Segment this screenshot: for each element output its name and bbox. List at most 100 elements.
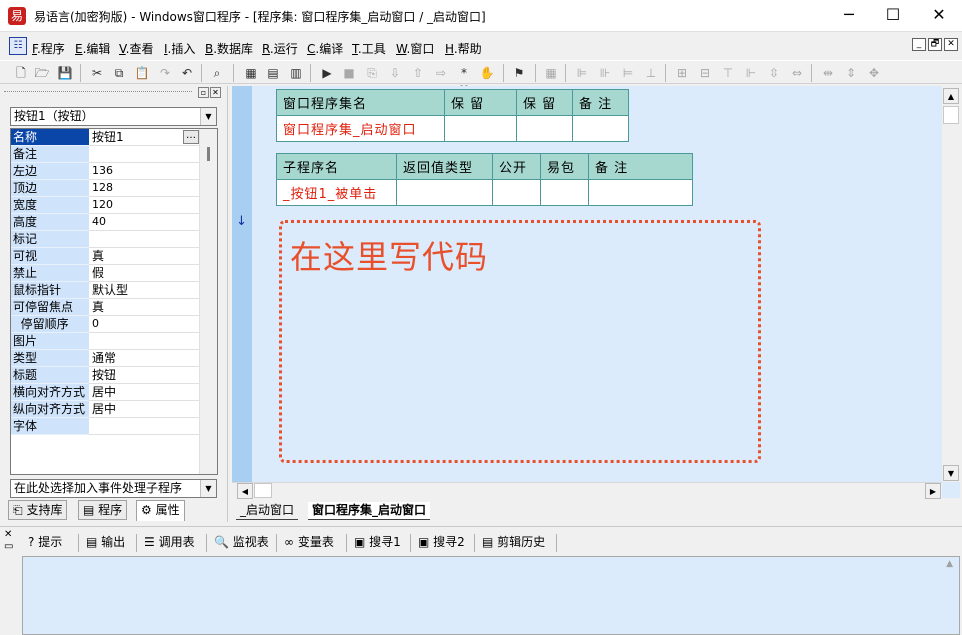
equal-size-icon[interactable]: ✥ [865, 64, 883, 82]
tab-clip-history[interactable]: ▤ 剪辑历史 [482, 534, 545, 552]
tab-search2[interactable]: ▣ 搜寻2 [418, 534, 465, 552]
ellipsis-button[interactable]: … [183, 130, 199, 144]
equal-w-icon[interactable]: ⇹ [819, 64, 837, 82]
step-out-icon[interactable]: ⇧ [409, 64, 427, 82]
step-over-icon[interactable]: ⇨ [432, 64, 450, 82]
tab-output[interactable]: ▤ 输出 [86, 534, 125, 552]
sub-name-cell[interactable]: _按钮1_被单击 [276, 179, 397, 206]
center-h-icon[interactable]: ⊤ [719, 64, 737, 82]
property-value[interactable]: 真 [89, 248, 199, 265]
output-text-area[interactable]: ▲ [22, 556, 960, 635]
menu-edit[interactable]: E.编辑 [75, 40, 110, 57]
menu-insert[interactable]: I.插入 [164, 40, 195, 57]
space-h-icon[interactable]: ⊞ [673, 64, 691, 82]
tab-support-library[interactable]: ⎗ 支持库 [8, 500, 68, 520]
epackage-cell[interactable] [540, 179, 589, 206]
breakpoint-icon[interactable]: *{} [455, 64, 473, 98]
output-close-icon[interactable]: ✕ [4, 530, 12, 540]
tab-program[interactable]: ▤ 程序 [78, 500, 128, 520]
property-row[interactable]: 标记 [11, 231, 199, 248]
align-top-icon[interactable]: ⊥ [642, 64, 660, 82]
property-value[interactable]: 40 [89, 214, 199, 231]
property-row[interactable]: 类型 通常 [11, 350, 199, 367]
property-row[interactable]: 可视真 [11, 248, 199, 265]
mdi-close-button[interactable]: ✕ [944, 38, 958, 51]
remark-cell[interactable] [572, 115, 629, 142]
property-value[interactable]: 0 [89, 316, 199, 333]
property-value[interactable]: 居中 [89, 401, 199, 418]
property-row[interactable]: 可停留焦点真 [11, 299, 199, 316]
property-row[interactable]: 横向对齐方式 居中 [11, 384, 199, 401]
property-scrollbar[interactable] [199, 129, 217, 474]
panel-grip[interactable] [4, 91, 192, 93]
mdi-minimize-button[interactable]: _ [912, 38, 926, 51]
tab-assembly-start-window[interactable]: 窗口程序集_启动窗口 [308, 502, 431, 520]
tab-properties[interactable]: ⚙ 属性 [136, 500, 185, 521]
scroll-up-icon[interactable]: ▲ [943, 88, 959, 104]
property-value[interactable]: 128 [89, 180, 199, 197]
menu-program[interactable]: F.程序 [32, 40, 65, 57]
property-value[interactable]: 通常 [89, 350, 199, 367]
property-value[interactable]: 按钮 [89, 367, 199, 384]
scroll-right-icon[interactable]: ▶ [925, 483, 941, 499]
chevron-down-icon[interactable]: ▼ [200, 480, 216, 497]
redo-icon[interactable]: ↷ [156, 64, 174, 82]
height-icon[interactable]: ⇳ [765, 64, 783, 82]
reserved-cell[interactable] [444, 115, 517, 142]
layout2-icon[interactable]: ▤ [264, 64, 282, 82]
undo-icon[interactable]: ↶ [178, 64, 196, 82]
menu-tools[interactable]: T.工具 [352, 40, 386, 57]
event-select[interactable]: 在此处选择加入事件处理子程序 ▼ [10, 479, 217, 498]
remark-cell[interactable] [588, 179, 693, 206]
close-button[interactable]: ✕ [916, 0, 962, 32]
return-type-cell[interactable] [396, 179, 493, 206]
property-row[interactable]: 禁止假 [11, 265, 199, 282]
hand-icon[interactable]: ✋ [478, 64, 496, 82]
cut-icon[interactable]: ✂ [88, 64, 106, 82]
panel-close-button[interactable]: ✕ [210, 87, 221, 98]
space-v-icon[interactable]: ⊟ [696, 64, 714, 82]
step-into-icon[interactable]: ⇩ [386, 64, 404, 82]
property-value[interactable]: 居中 [89, 384, 199, 401]
property-row[interactable]: 图片 [11, 333, 199, 350]
menu-view[interactable]: V.查看 [119, 40, 154, 57]
scroll-up-icon[interactable]: ▲ [946, 559, 953, 569]
tab-start-window[interactable]: _启动窗口 [236, 502, 299, 520]
property-row[interactable]: 鼠标指针 默认型 [11, 282, 199, 299]
new-file-icon[interactable]: 🗋 [12, 64, 30, 82]
property-row[interactable]: 宽度 120 [11, 197, 199, 214]
scroll-left-icon[interactable]: ◀ [237, 483, 253, 499]
editor-gutter[interactable]: ↓ [232, 86, 252, 498]
editor-horizontal-scrollbar[interactable]: ◀ ▶ [232, 482, 942, 499]
property-value[interactable]: 默认型 [89, 282, 199, 299]
property-row[interactable]: 备注 [11, 146, 199, 163]
tab-search1[interactable]: ▣ 搜寻1 [354, 534, 401, 552]
size-icon[interactable]: ⇔ [788, 64, 806, 82]
reserved-cell[interactable] [516, 115, 573, 142]
property-value[interactable] [89, 146, 199, 163]
step-icon[interactable]: ⎘ [363, 64, 381, 82]
assembly-name-cell[interactable]: 窗口程序集_启动窗口 [276, 115, 445, 142]
tab-call-stack[interactable]: ☰ 调用表 [144, 534, 195, 552]
property-row[interactable]: 高度 40 [11, 214, 199, 231]
panel-restore-button[interactable]: ▫ [198, 87, 209, 98]
chevron-down-icon[interactable]: ▼ [200, 108, 216, 125]
property-row[interactable]: 字体 [11, 418, 199, 435]
property-value[interactable] [89, 333, 199, 350]
property-value[interactable]: 120 [89, 197, 199, 214]
align-center-icon[interactable]: ⊪ [596, 64, 614, 82]
menu-run[interactable]: R.运行 [262, 40, 298, 57]
menu-compile[interactable]: C.编译 [307, 40, 343, 57]
property-value[interactable] [89, 231, 199, 248]
property-row[interactable]: 左边 136 [11, 163, 199, 180]
open-folder-icon[interactable]: 🗁 [33, 64, 51, 82]
mdi-restore-button[interactable]: 🗗 [928, 38, 942, 51]
minimize-button[interactable]: ─ [826, 0, 872, 32]
equal-h-icon[interactable]: ⇕ [842, 64, 860, 82]
layout1-icon[interactable]: ▦ [242, 64, 260, 82]
scroll-thumb[interactable] [943, 106, 959, 124]
save-icon[interactable]: 💾 [56, 64, 74, 82]
scroll-thumb[interactable] [254, 483, 272, 498]
tab-watch[interactable]: 🔍 监视表 [214, 534, 269, 552]
property-value[interactable]: 136 [89, 163, 199, 180]
